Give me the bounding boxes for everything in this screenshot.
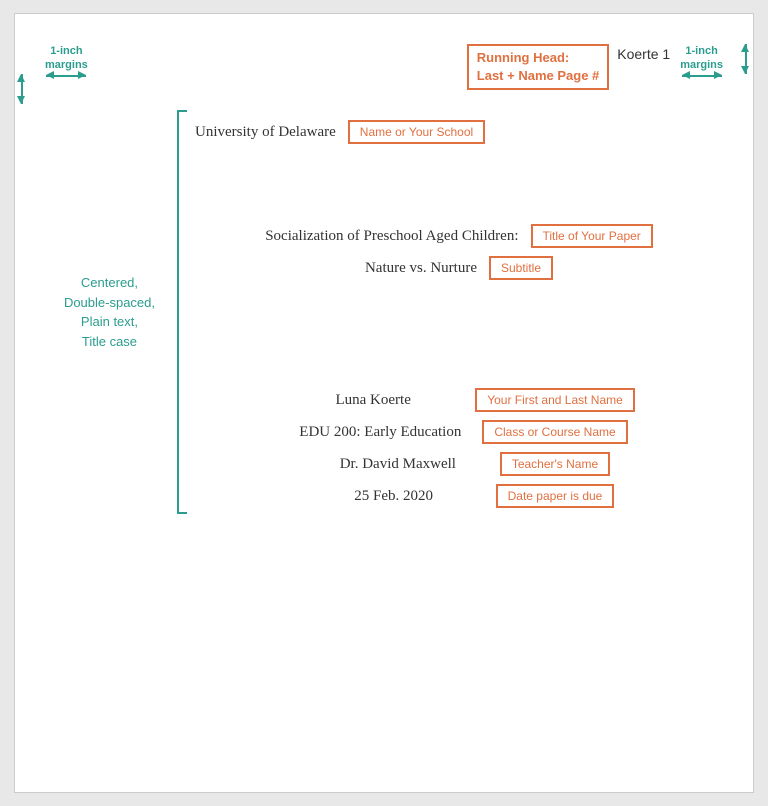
right-margin-label: 1-inch margins (680, 44, 723, 73)
left-vert-arrow (21, 74, 23, 104)
paper-title-placeholder-box: Title of Your Paper (531, 224, 653, 248)
header: 1-inch margins Running Head: Last + Name… (45, 44, 723, 90)
author-name-placeholder-box: Your First and Last Name (475, 388, 635, 412)
running-head-sub: Last + Name Page # (477, 67, 599, 85)
bracket-area: University of Delaware Name or Your Scho… (165, 110, 723, 514)
right-vert-arrow-shape (745, 44, 747, 74)
date-placeholder-box: Date paper is due (496, 484, 615, 508)
course-placeholder-box: Class or Course Name (482, 420, 627, 444)
main-content: University of Delaware Name or Your Scho… (195, 110, 723, 514)
teacher-actual: Dr. David Maxwell (308, 456, 488, 473)
school-placeholder-box: Name or Your School (348, 120, 485, 144)
course-row: EDU 200: Early Education Class or Course… (195, 420, 723, 444)
date-row: 25 Feb. 2020 Date paper is due (195, 484, 723, 508)
left-annotation: Centered, Double-spaced, Plain text, Tit… (45, 110, 165, 514)
left-margin-indicator: 1-inch margins (45, 44, 88, 77)
name-row: Luna Koerte Your First and Last Name (195, 388, 723, 412)
right-margin-arrow (682, 75, 722, 77)
content-area: Centered, Double-spaced, Plain text, Tit… (45, 110, 723, 514)
paper-subtitle-placeholder-box: Subtitle (489, 256, 553, 280)
running-head-label: Running Head: (477, 49, 599, 67)
info-section: Luna Koerte Your First and Last Name EDU… (195, 388, 723, 514)
paper-title-actual: Socialization of Preschool Aged Children… (265, 228, 518, 245)
title-row: Socialization of Preschool Aged Children… (195, 224, 723, 248)
date-actual: 25 Feb. 2020 (304, 488, 484, 505)
course-actual: EDU 200: Early Education (290, 424, 470, 441)
right-vert-arrow (745, 44, 747, 74)
teacher-placeholder-box: Teacher's Name (500, 452, 610, 476)
bracket (165, 110, 183, 514)
teacher-row: Dr. David Maxwell Teacher's Name (195, 452, 723, 476)
school-row: University of Delaware Name or Your Scho… (195, 120, 723, 144)
page-number: Koerte 1 (617, 44, 670, 62)
paper-subtitle-actual: Nature vs. Nurture (365, 260, 477, 277)
title-section: Socialization of Preschool Aged Children… (195, 224, 723, 288)
left-margin-label: 1-inch margins (45, 44, 88, 73)
left-vert-arrow-shape (21, 74, 23, 104)
author-name-actual: Luna Koerte (283, 392, 463, 409)
page: 1-inch margins Running Head: Last + Name… (14, 13, 754, 793)
subtitle-row: Nature vs. Nurture Subtitle (195, 256, 723, 280)
left-margin-arrow (46, 75, 86, 77)
right-margin-indicator: 1-inch margins (680, 44, 723, 77)
annotation-text: Centered, Double-spaced, Plain text, Tit… (64, 273, 155, 351)
running-head-area: Running Head: Last + Name Page # Koerte … (88, 44, 670, 90)
running-head-box: Running Head: Last + Name Page # (467, 44, 609, 90)
school-actual: University of Delaware (195, 124, 336, 141)
